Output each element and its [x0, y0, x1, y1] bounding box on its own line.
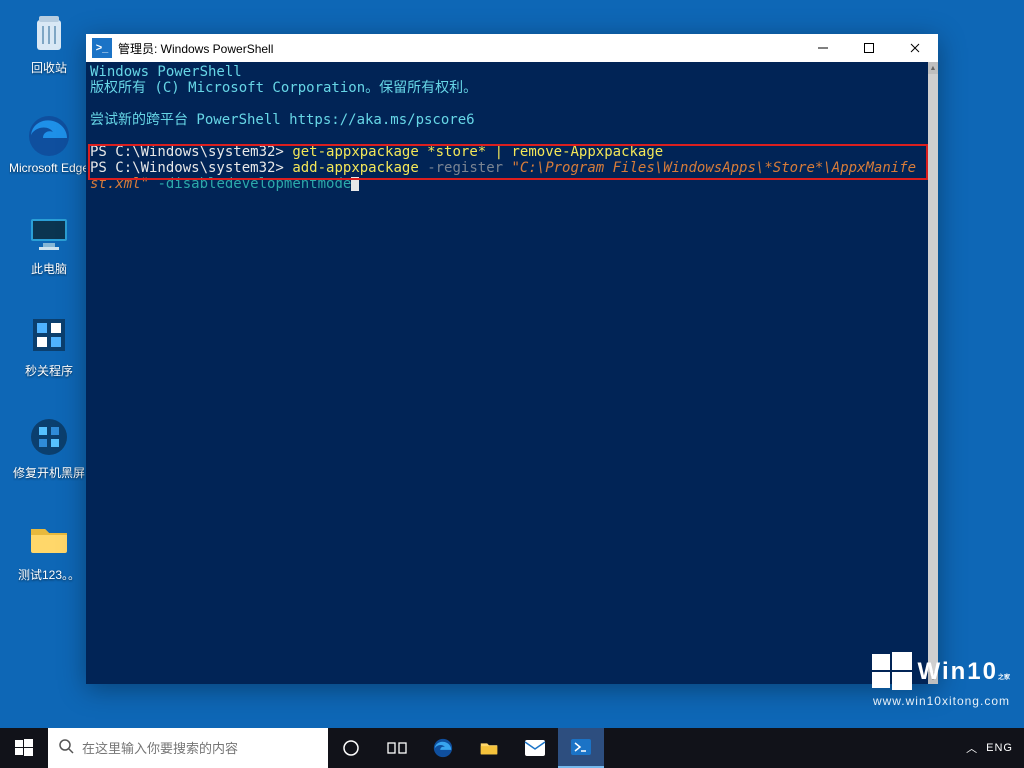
taskbar-edge-button[interactable] — [420, 728, 466, 768]
icon-label: 测试123。。 — [18, 566, 80, 583]
desktop-icon-repair-boot[interactable]: 修复开机黑屏 — [6, 413, 92, 481]
powershell-app-icon: >_ — [92, 38, 112, 58]
cmd-token: add-appxpackage — [292, 160, 418, 176]
vertical-scrollbar[interactable]: ▲ ▼ — [928, 62, 938, 684]
icon-label: 此电脑 — [31, 260, 67, 277]
icon-label: 回收站 — [31, 59, 67, 76]
taskbar-file-explorer-button[interactable] — [466, 728, 512, 768]
taskbar-search-box[interactable] — [48, 728, 328, 768]
folder-icon — [25, 515, 73, 563]
icon-label: 秒关程序 — [25, 362, 73, 379]
task-view-button[interactable] — [374, 728, 420, 768]
watermark-url: www.win10xitong.com — [873, 694, 1010, 708]
icon-label: 修复开机黑屏 — [13, 464, 85, 481]
icon-label: Microsoft Edge — [9, 161, 89, 175]
search-input[interactable] — [82, 741, 318, 756]
cmd-token: remove-Appxpackage — [512, 144, 664, 160]
terminal-content[interactable]: Windows PowerShell 版权所有 (C) Microsoft Co… — [86, 62, 928, 684]
prompt-line-2: PS C:\Windows\system32> add-appxpackage … — [90, 160, 924, 192]
edge-icon — [432, 737, 454, 759]
prompt-prefix: PS C:\Windows\system32> — [90, 144, 284, 160]
window-titlebar[interactable]: >_ 管理员: Windows PowerShell — [86, 34, 938, 62]
windows-logo-icon — [872, 652, 912, 692]
flag-token: -register — [427, 160, 503, 176]
desktop-icon-second-close[interactable]: 秒关程序 — [6, 311, 92, 379]
desktop-icon-this-pc[interactable]: 此电脑 — [6, 209, 92, 277]
tray-overflow-button[interactable]: ︿ — [966, 740, 977, 756]
taskbar: ︿ ENG — [0, 728, 1024, 768]
watermark: Win10之家 www.win10xitong.com — [872, 652, 1010, 708]
minimize-button[interactable] — [800, 34, 846, 62]
cortana-icon — [342, 739, 360, 757]
this-pc-icon — [25, 209, 73, 257]
desktop: 回收站 Microsoft Edge 此电脑 秒关程序 修复开机黑屏 — [0, 0, 1024, 768]
banner-copyright: 版权所有 (C) Microsoft Corporation。保留所有权利。 — [90, 80, 924, 96]
desktop-icon-edge[interactable]: Microsoft Edge — [6, 110, 92, 175]
desktop-icon-recycle-bin[interactable]: 回收站 — [6, 8, 92, 76]
scroll-track[interactable] — [928, 74, 938, 672]
blank-line — [90, 128, 924, 144]
banner-app: Windows PowerShell — [90, 64, 924, 80]
prompt-line-1: PS C:\Windows\system32> get-appxpackage … — [90, 144, 924, 160]
scroll-thumb[interactable] — [928, 74, 938, 672]
search-icon — [58, 738, 74, 759]
pipe-token: | — [495, 144, 503, 160]
cmd-token: get-appxpackage *store* — [292, 144, 486, 160]
ime-indicator[interactable]: ENG — [981, 742, 1018, 754]
desktop-icons-column: 回收站 Microsoft Edge 此电脑 秒关程序 修复开机黑屏 — [6, 8, 92, 583]
powershell-body: Windows PowerShell 版权所有 (C) Microsoft Co… — [86, 62, 938, 684]
terminal-cursor — [351, 177, 359, 191]
flag-token: -disabledevelopmentmode — [157, 176, 351, 192]
mail-icon — [524, 739, 546, 757]
desktop-icon-test-folder[interactable]: 测试123。。 — [6, 515, 92, 583]
taskbar-powershell-button[interactable] — [558, 728, 604, 768]
start-button[interactable] — [0, 728, 48, 768]
watermark-brand: Win10之家 — [918, 658, 1010, 686]
blank-line — [90, 96, 924, 112]
second-close-icon — [25, 311, 73, 359]
file-explorer-icon — [478, 737, 500, 759]
scroll-up-button[interactable]: ▲ — [928, 62, 938, 74]
taskbar-tray: ︿ ENG — [966, 728, 1024, 768]
prompt-prefix: PS C:\Windows\system32> — [90, 160, 284, 176]
windows-start-icon — [15, 739, 33, 757]
window-title: 管理员: Windows PowerShell — [118, 40, 273, 57]
taskbar-mail-button[interactable] — [512, 728, 558, 768]
maximize-button[interactable] — [846, 34, 892, 62]
edge-icon — [25, 110, 73, 158]
powershell-window: >_ 管理员: Windows PowerShell Windows Power… — [86, 34, 938, 684]
recycle-bin-icon — [25, 8, 73, 56]
close-button[interactable] — [892, 34, 938, 62]
try-new-line: 尝试新的跨平台 PowerShell https://aka.ms/pscore… — [90, 112, 924, 128]
repair-boot-icon — [25, 413, 73, 461]
powershell-icon — [570, 736, 592, 758]
task-view-icon — [387, 740, 407, 756]
cortana-button[interactable] — [328, 728, 374, 768]
